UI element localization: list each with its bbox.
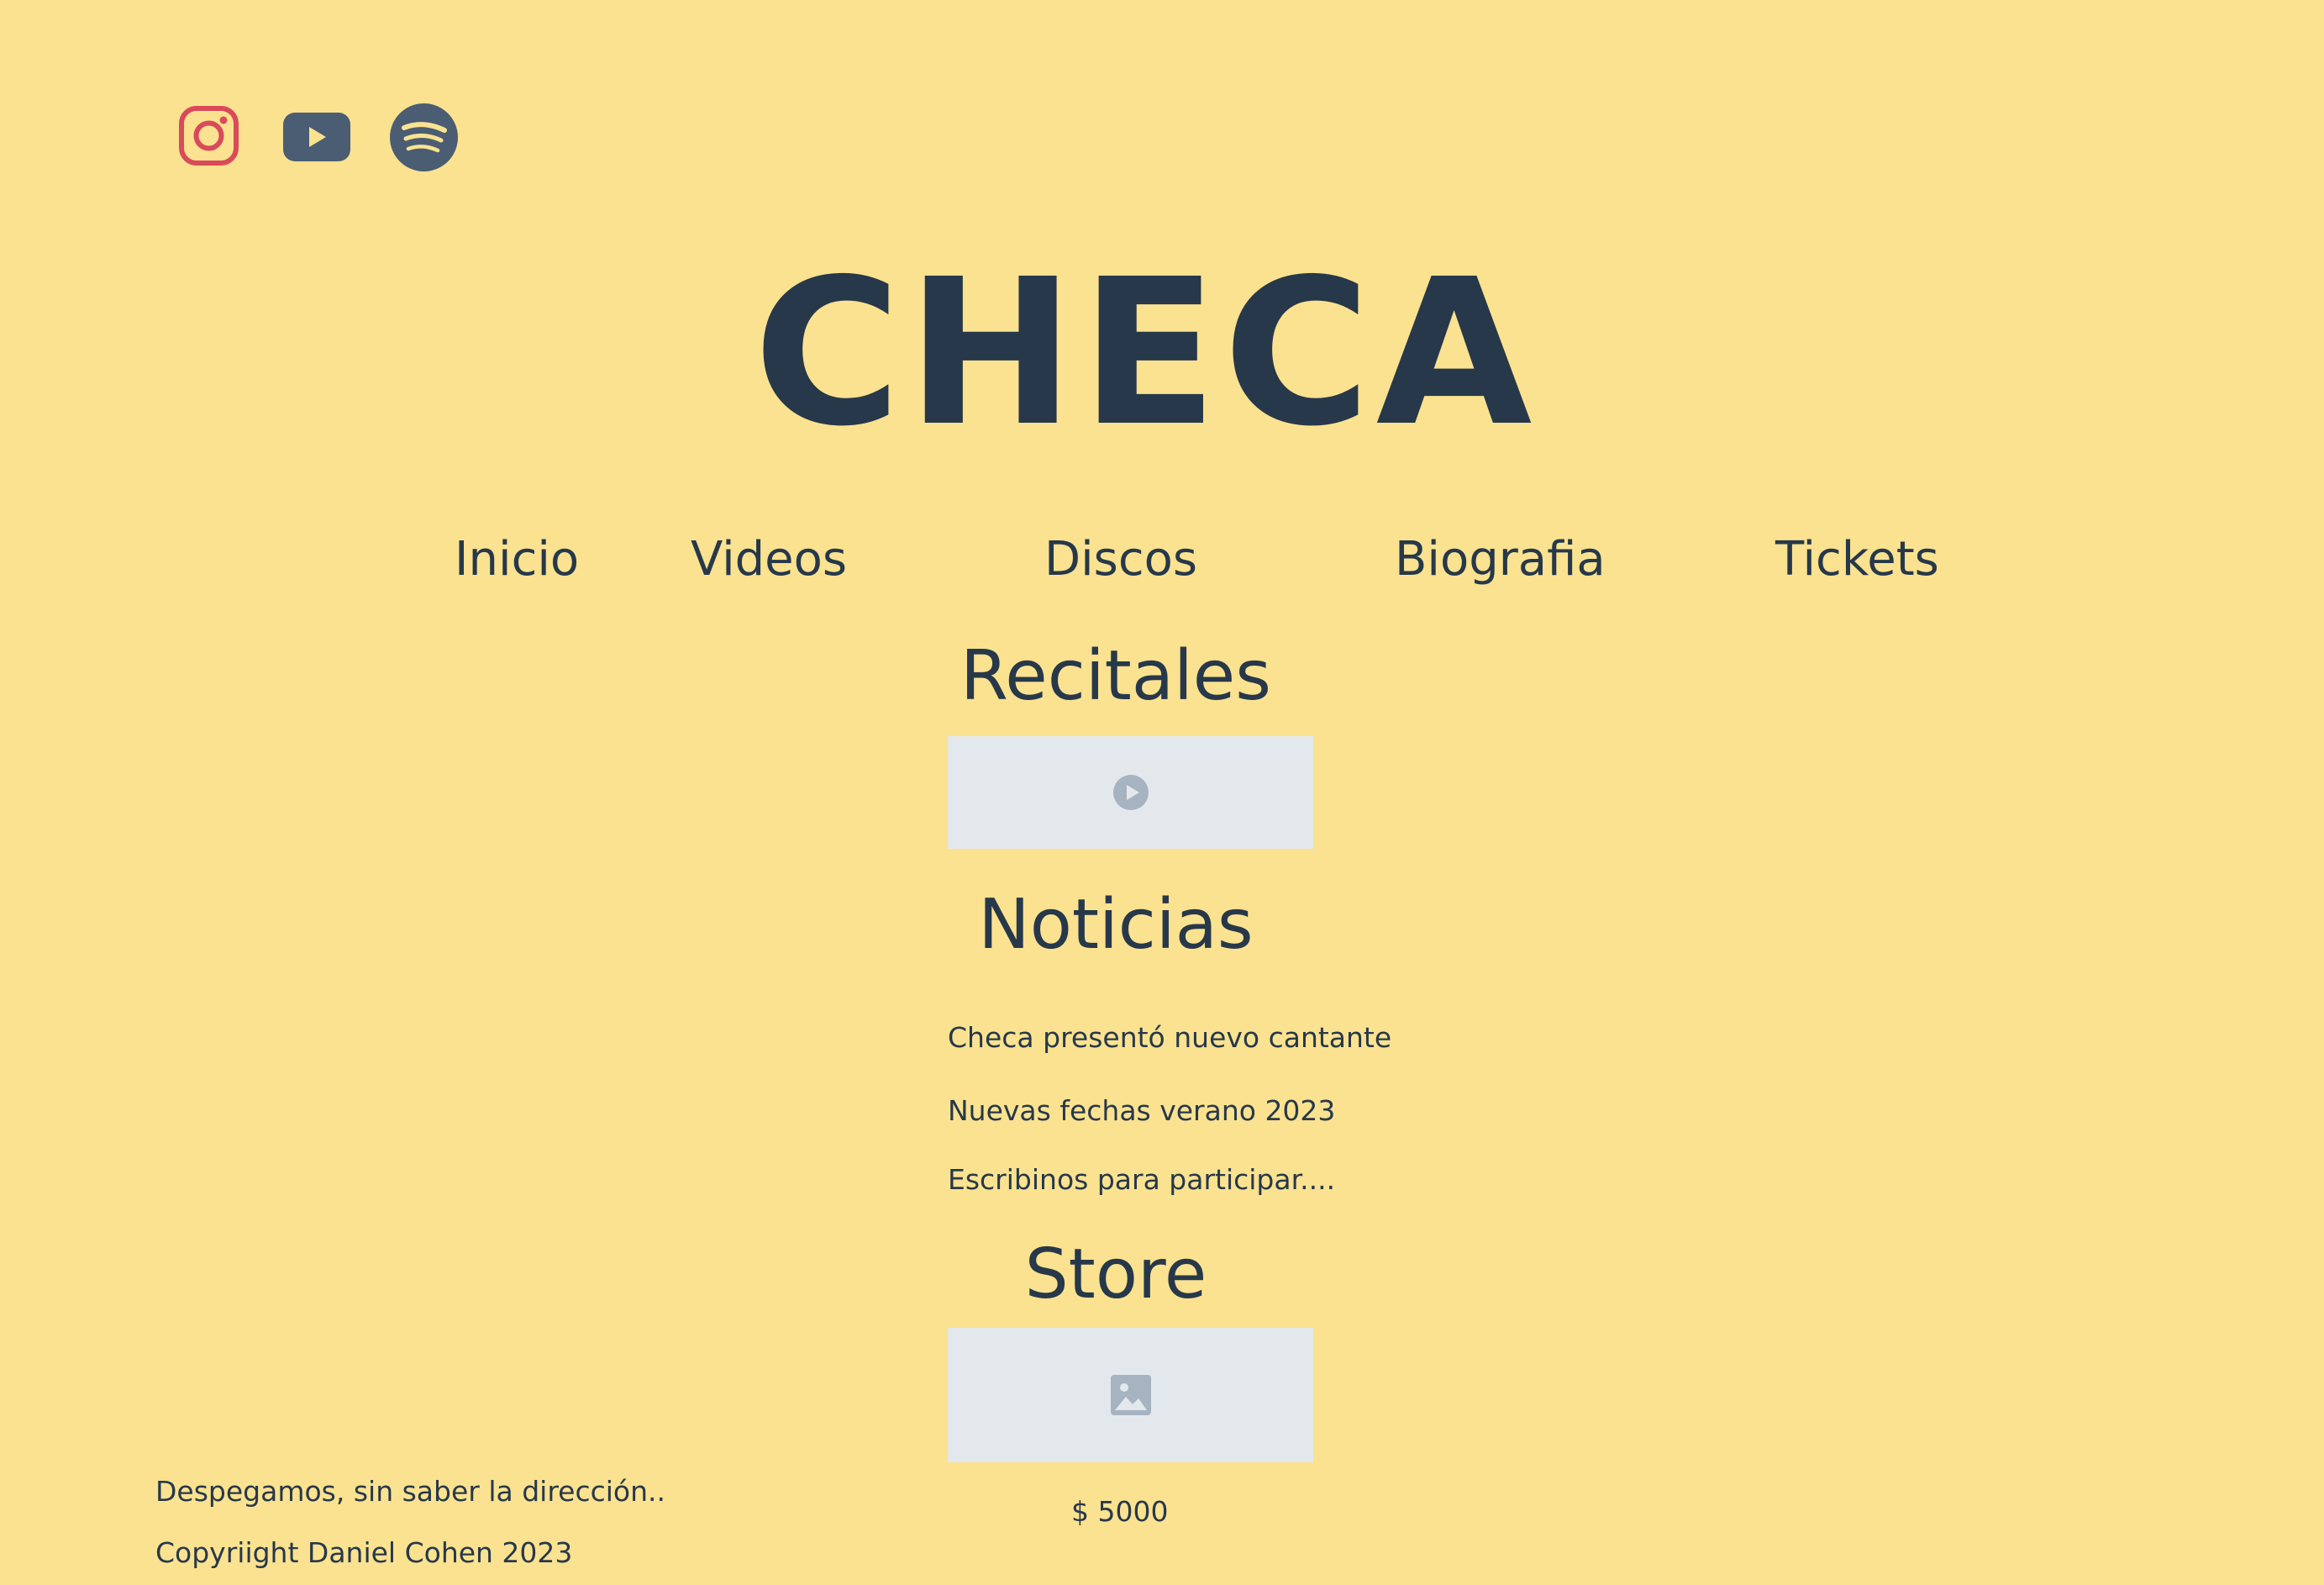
nav-item-videos[interactable]: Videos [691, 536, 847, 583]
nav-item-biografia[interactable]: Biografia [1395, 536, 1606, 583]
instagram-link[interactable] [178, 105, 239, 166]
footer-copyright: Copyriight Daniel Cohen 2023 [155, 1536, 573, 1569]
spotify-link[interactable] [390, 103, 458, 171]
spotify-icon [390, 103, 458, 171]
store-product-image[interactable] [948, 1328, 1313, 1462]
store-heading: Store [1024, 1235, 1207, 1314]
play-icon [1112, 775, 1149, 810]
recitales-heading: Recitales [960, 636, 1271, 716]
youtube-link[interactable] [283, 113, 350, 161]
instagram-icon [179, 106, 239, 166]
recitales-video[interactable] [948, 736, 1313, 849]
site-title: CHECA [753, 235, 1538, 471]
image-icon [1110, 1375, 1151, 1415]
nav-item-inicio[interactable]: Inicio [455, 536, 579, 583]
noticias-heading: Noticias [978, 885, 1254, 965]
nav-item-discos[interactable]: Discos [1044, 536, 1197, 583]
youtube-icon [283, 113, 350, 161]
news-item[interactable]: Checa presentó nuevo cantante [948, 1024, 1391, 1051]
nav-item-tickets[interactable]: Tickets [1775, 536, 1939, 583]
product-price: $ 5000 [1071, 1495, 1169, 1528]
news-item[interactable]: Nuevas fechas verano 2023 [948, 1097, 1335, 1124]
news-item[interactable]: Escribinos para participar.... [948, 1166, 1335, 1193]
footer-tagline: Despegamos, sin saber la dirección.. [155, 1475, 666, 1508]
